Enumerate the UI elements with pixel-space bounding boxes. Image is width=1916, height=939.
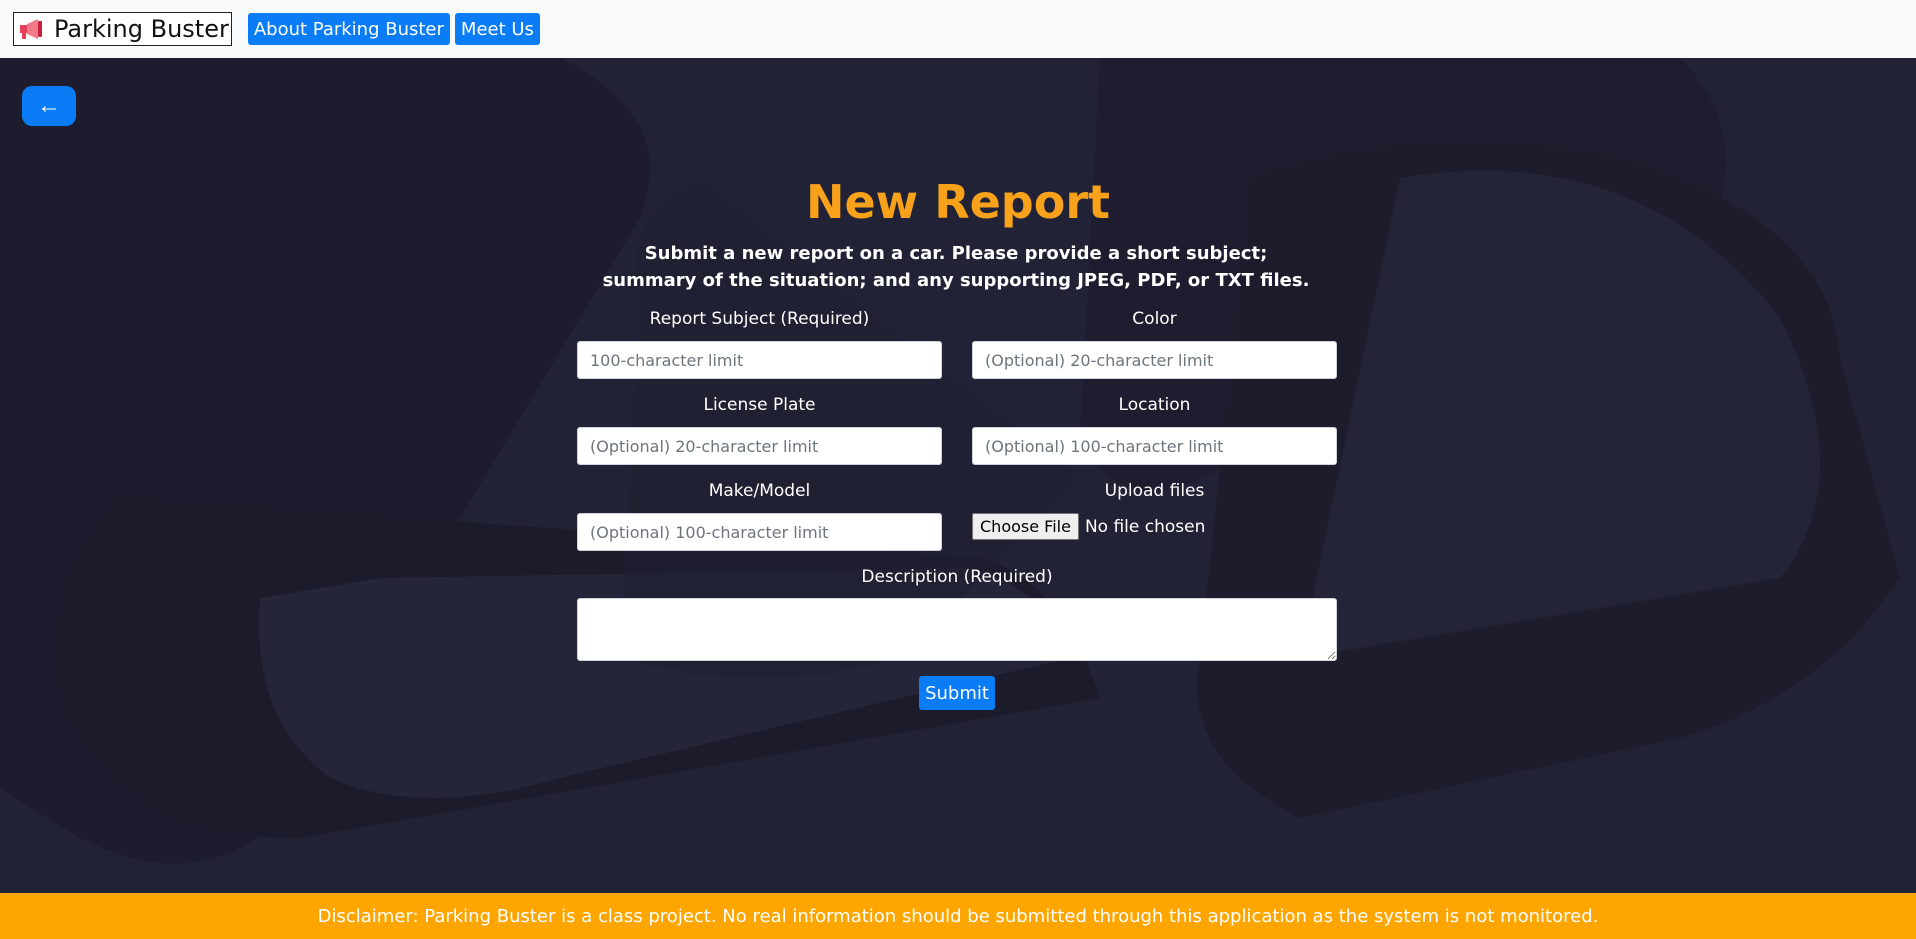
brand-name: Parking Buster (54, 15, 229, 43)
submit-button[interactable]: Submit (919, 676, 995, 710)
back-button[interactable]: ← (22, 86, 76, 126)
upload-label: Upload files (1104, 481, 1205, 501)
file-status: No file chosen (1084, 516, 1206, 537)
choose-file-button[interactable]: Choose File (972, 513, 1079, 540)
disclaimer-text: Disclaimer: Parking Buster is a class pr… (317, 905, 1599, 927)
description-textarea[interactable] (577, 598, 1337, 661)
color-label: Color (1132, 309, 1177, 329)
subject-input[interactable] (577, 341, 942, 379)
make-model-input[interactable] (577, 513, 942, 551)
color-input[interactable] (972, 341, 1337, 379)
megaphone-icon (20, 19, 42, 39)
meet-us-link[interactable]: Meet Us (454, 13, 540, 45)
brand-link[interactable]: Parking Buster (13, 12, 232, 46)
top-navbar: Parking Buster About Parking Buster Meet… (0, 0, 1916, 58)
plate-input[interactable] (577, 427, 942, 465)
about-link[interactable]: About Parking Buster (247, 13, 450, 45)
page-title: New Report (805, 175, 1111, 229)
subject-label: Report Subject (Required) (649, 309, 870, 329)
page-subtitle: Submit a new report on a car. Please pro… (602, 243, 1310, 291)
file-upload: Choose File No file chosen (972, 513, 1205, 540)
location-label: Location (1118, 395, 1191, 415)
location-input[interactable] (972, 427, 1337, 465)
disclaimer-banner: Disclaimer: Parking Buster is a class pr… (0, 893, 1916, 939)
plate-label: License Plate (703, 395, 816, 415)
description-label: Description (Required) (861, 567, 1053, 587)
make-model-label: Make/Model (708, 481, 811, 501)
